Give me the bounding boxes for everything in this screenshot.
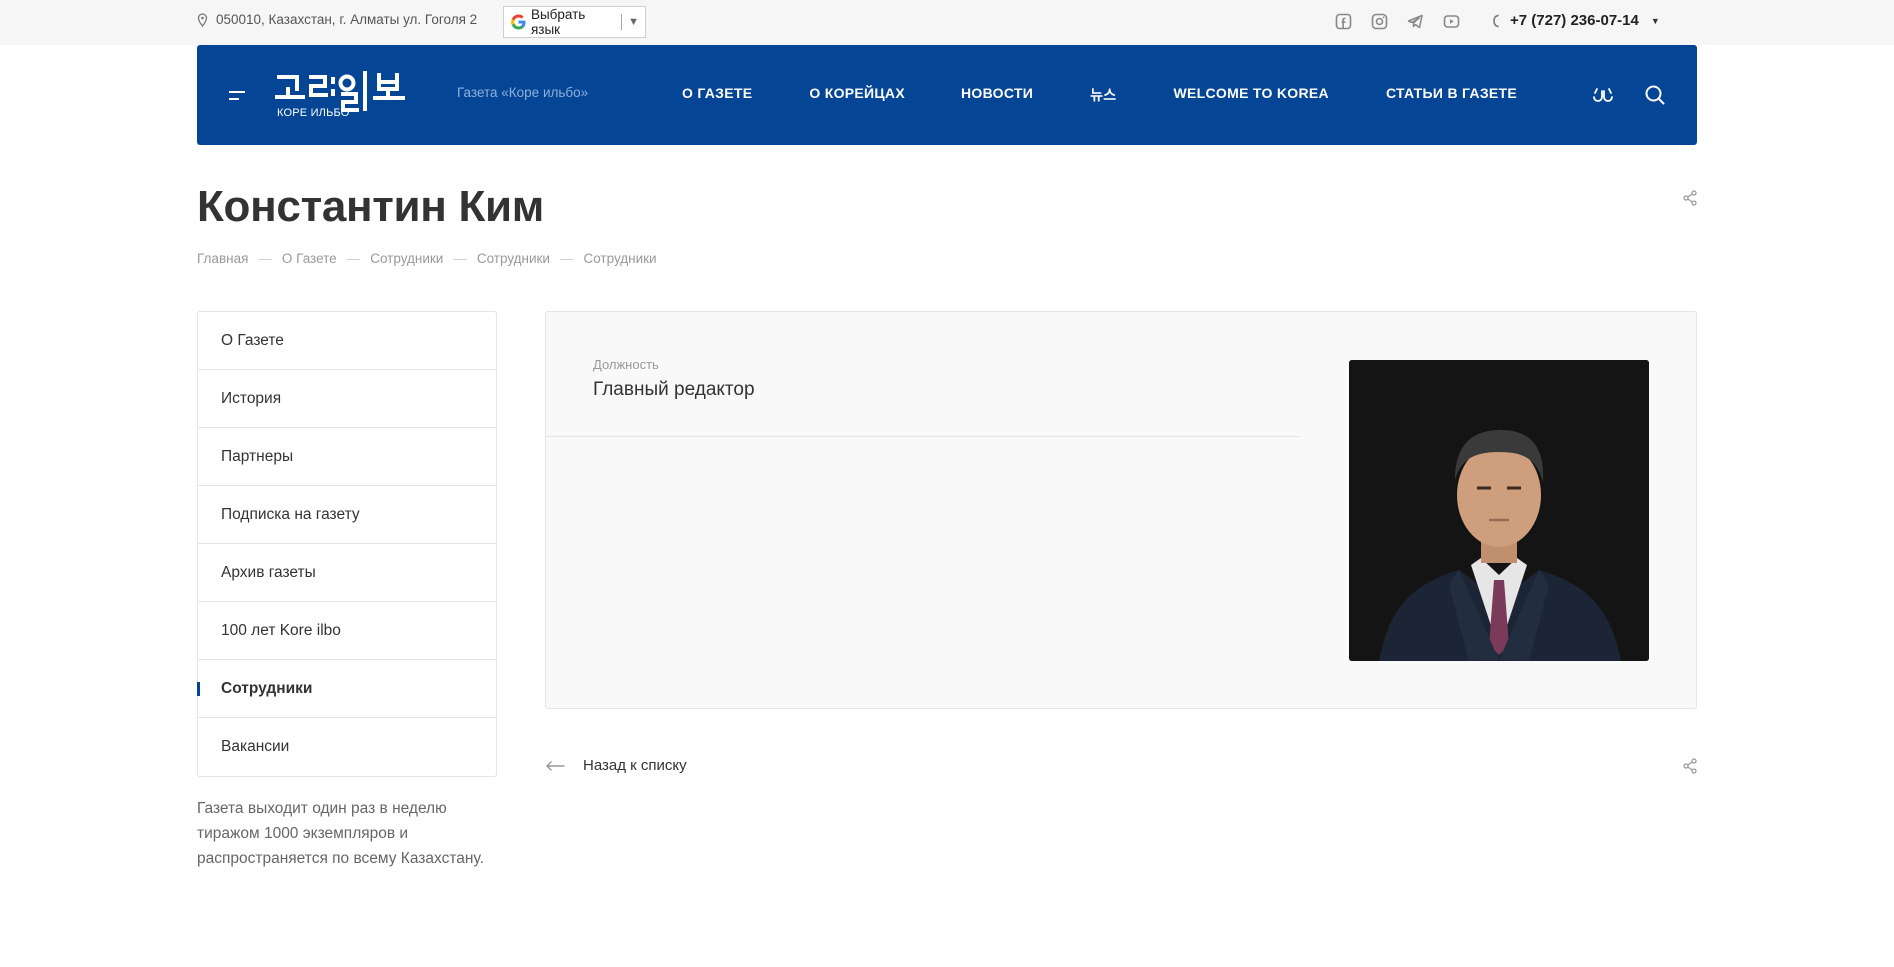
phone-number: +7 (727) 236-07-14 (1510, 12, 1639, 29)
share-icon[interactable] (1682, 758, 1698, 774)
sidebar-item-100-years[interactable]: 100 лет Kore ilbo (198, 602, 496, 660)
back-to-list[interactable]: Назад к списку (545, 757, 687, 774)
sidebar-item-label: Сотрудники (221, 679, 313, 697)
position-label: Должность (593, 357, 659, 372)
back-label: Назад к списку (583, 757, 687, 774)
breadcrumb-item[interactable]: Сотрудники (370, 251, 443, 266)
sidebar-item-label: Подписка на газету (221, 505, 360, 523)
header-actions (1592, 84, 1666, 106)
sidebar-menu: О Газете История Партнеры Подписка на га… (197, 311, 497, 777)
menu-item-about-newspaper[interactable]: О ГАЗЕТЕ (682, 85, 752, 105)
phone[interactable]: +7 (727) 236-07-14 ▼ (1492, 12, 1660, 29)
breadcrumb-item[interactable]: Главная (197, 251, 248, 266)
menu-item-about-koreans[interactable]: О КОРЕЙЦАХ (809, 85, 905, 105)
breadcrumb-separator: — (258, 251, 272, 266)
address: 050010, Казахстан, г. Алматы ул. Гоголя … (197, 12, 477, 27)
position-value: Главный редактор (593, 379, 755, 400)
breadcrumb: Главная — О Газете — Сотрудники — Сотруд… (197, 251, 657, 266)
social-links (1335, 13, 1460, 30)
tagline: Газета «Коре ильбо» (457, 85, 589, 100)
sidebar-item-label: Вакансии (221, 738, 290, 755)
sidebar-item-archive[interactable]: Архив газеты (198, 544, 496, 602)
caret-down-icon: ▼ (1650, 15, 1660, 26)
sidebar-note: Газета выходит один раз в неделю тиражом… (197, 800, 484, 867)
page-title: Константин Ким (197, 182, 545, 231)
menu-item-articles[interactable]: СТАТЬИ В ГАЗЕТЕ (1386, 85, 1517, 105)
employee-card: Должность Главный редактор (545, 311, 1697, 709)
sidebar-item-label: Архив газеты (221, 563, 316, 581)
sidebar-item-label: Партнеры (221, 447, 294, 465)
breadcrumb-item[interactable]: О Газете (282, 251, 337, 266)
sidebar-item-about[interactable]: О Газете (198, 312, 496, 370)
burger-menu-icon[interactable] (229, 91, 247, 101)
menu-item-news[interactable]: НОВОСТИ (961, 85, 1033, 105)
main-menu: О ГАЗЕТЕ О КОРЕЙЦАХ НОВОСТИ 뉴스 WELCOME T… (682, 85, 1517, 105)
sidebar-item-staff[interactable]: Сотрудники (197, 660, 496, 718)
google-icon (511, 14, 526, 30)
main-header: КОРЕ ИЛЬБО Газета «Коре ильбо» О ГАЗЕТЕ … (197, 45, 1697, 145)
share-icon[interactable] (1682, 190, 1698, 206)
facebook-icon[interactable] (1335, 13, 1352, 30)
breadcrumb-separator: — (453, 251, 467, 266)
chevron-down-icon: ▼ (628, 16, 639, 28)
youtube-icon[interactable] (1443, 13, 1460, 30)
arrow-left-icon (546, 760, 565, 771)
sidebar-item-label: История (221, 389, 282, 407)
logo-subtitle: КОРЕ ИЛЬБО (277, 107, 350, 119)
phone-icon (1493, 14, 1499, 27)
search-icon[interactable] (1644, 84, 1666, 106)
menu-item-news-korean[interactable]: 뉴스 (1090, 85, 1116, 105)
sidebar-item-subscription[interactable]: Подписка на газету (198, 486, 496, 544)
sidebar-item-label: 100 лет Kore ilbo (221, 621, 341, 639)
menu-item-welcome-to-korea[interactable]: WELCOME TO KOREA (1174, 85, 1329, 105)
sidebar-item-vacancies[interactable]: Вакансии (198, 718, 496, 776)
language-divider (621, 14, 623, 30)
top-bar: 050010, Казахстан, г. Алматы ул. Гоголя … (0, 0, 1894, 45)
breadcrumb-separator: — (346, 251, 361, 266)
sidebar-item-partners[interactable]: Партнеры (198, 428, 496, 486)
language-select[interactable]: Выбрать язык ▼ (503, 6, 646, 38)
telegram-icon[interactable] (1407, 13, 1424, 30)
breadcrumb-current: Сотрудники (583, 251, 657, 266)
address-text: 050010, Казахстан, г. Алматы ул. Гоголя … (216, 12, 478, 27)
location-pin-icon (197, 12, 208, 27)
breadcrumb-item[interactable]: Сотрудники (477, 251, 550, 266)
glasses-icon[interactable] (1592, 84, 1614, 106)
sidebar-item-history[interactable]: История (198, 370, 496, 428)
language-label: Выбрать язык (530, 7, 586, 37)
breadcrumb-separator: — (559, 251, 574, 266)
employee-photo (1349, 360, 1649, 661)
card-divider (546, 436, 1301, 437)
sidebar-item-label: О Газете (221, 331, 284, 349)
instagram-icon[interactable] (1371, 13, 1388, 30)
